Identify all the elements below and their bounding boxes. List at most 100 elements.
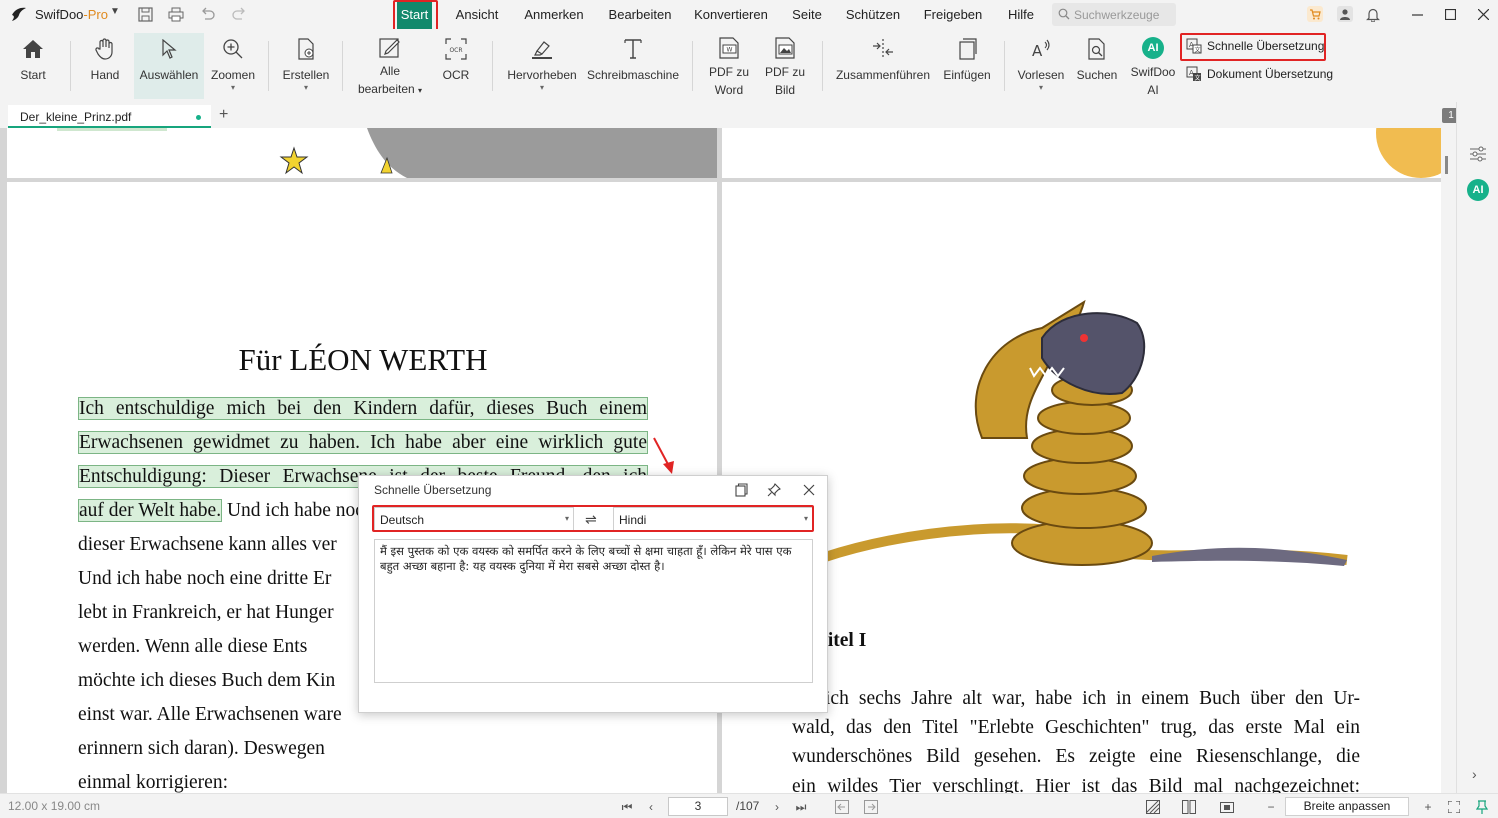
text-line[interactable]: einmal korrigieren: [78,772,228,793]
highlight-button[interactable]: Hervorheben ▾ [502,33,582,99]
redo-icon[interactable] [230,5,248,23]
create-dropdown-icon: ▾ [303,83,308,92]
highlight-dropdown-icon: ▾ [539,83,544,92]
read-aloud-button[interactable]: A Vorlesen ▾ [1016,33,1066,99]
hand-label: Hand [90,68,120,82]
edit-all-button[interactable]: Alle bearbeiten ▾ [356,33,424,99]
ai-assistant-icon[interactable]: AI [1467,179,1489,201]
body-text: möchte ich dieses Buch dem Kin [78,670,336,691]
create-label: Erstellen [282,68,330,82]
menu-convert[interactable]: Konvertieren [690,0,772,29]
svg-text:W: W [727,46,733,53]
text-line[interactable]: lebt in Frankreich, er hat Hunger [78,602,334,624]
create-button[interactable]: Erstellen ▾ [280,33,332,99]
zoom-out-icon[interactable]: − [1263,799,1279,815]
print-icon[interactable] [167,5,185,23]
planet-illustration [367,128,717,178]
select-label: Auswählen [139,68,199,82]
text-line[interactable]: werden. Wenn alle diese Ents [78,636,307,658]
page-mode-icon[interactable] [1140,799,1166,815]
select-tool-button[interactable]: Auswählen [134,33,204,99]
fit-width-select[interactable]: Breite anpassen [1285,797,1409,816]
popup-title: Schnelle Übersetzung [374,483,492,497]
forward-view-icon[interactable] [863,799,879,815]
text-line[interactable]: Und ich habe noch eine dritte Er [78,568,331,590]
insert-button[interactable]: Einfügen [940,33,994,99]
document-translation-icon: A文 [1186,66,1201,82]
ai-label-1: SwifDoo [1130,65,1176,79]
insert-page-icon [959,38,977,60]
previous-page-icon[interactable]: ‹ [643,799,659,815]
undo-icon[interactable] [199,5,217,23]
menu-edit[interactable]: Bearbeiten [602,0,678,29]
pdf-to-word-label-2: Word [714,83,744,97]
read-aloud-icon: A [1032,39,1050,60]
text-line[interactable]: einst war. Alle Erwachsenen ware [78,704,342,726]
app-menu-dropdown-icon[interactable]: ▼ [110,6,120,17]
scrollbar-thumb[interactable] [1445,156,1448,174]
start-button[interactable]: Start [12,33,54,99]
menu-view[interactable]: Ansicht [449,0,505,29]
account-icon[interactable] [1336,5,1354,23]
copy-icon[interactable] [733,482,749,498]
highlighted-text[interactable]: Ich entschuldige mich bei den Kindern da… [78,397,648,420]
notification-bell-icon[interactable] [1364,5,1382,23]
text-line[interactable]: erinnern sich daran). Deswegen [78,738,325,760]
highlighted-text[interactable]: auf der Welt habe. [78,499,223,522]
zoom-button[interactable]: Zoomen ▾ [208,33,258,99]
ocr-button[interactable]: OCR OCR [436,33,476,99]
swifdoo-ai-button[interactable]: AI SwifDoo AI [1128,33,1178,99]
document-tab[interactable]: Der_kleine_Prinz.pdf [8,105,211,128]
pdf-to-image-button[interactable]: PDF zu Bild [760,33,810,99]
highlighted-text[interactable]: Erwachsenen gewidmet zu haben. Ich habe … [78,431,648,454]
search-button[interactable]: Suchen [1074,33,1120,99]
annotation-box-quick-translation [1180,33,1326,61]
expand-panel-chevron-icon[interactable]: › [1472,766,1477,782]
pdf-to-image-icon [775,36,795,59]
merge-button[interactable]: Zusammenführen [834,33,932,99]
menu-page[interactable]: Seite [786,0,828,29]
hand-tool-button[interactable]: Hand [84,33,126,99]
back-view-icon[interactable] [834,799,850,815]
translation-result-text[interactable]: मैं इस पुस्तक को एक वयस्क को समर्पित करन… [374,539,813,683]
text-line[interactable]: dieser Erwachsene kann alles ver [78,534,337,556]
vertical-scrollbar[interactable] [1441,128,1456,793]
body-text-line: wald, das den Titel "Erlebte Geschichten… [792,717,1360,738]
menu-share[interactable]: Freigeben [919,0,987,29]
close-icon[interactable] [1465,0,1498,29]
properties-sliders-icon[interactable] [1468,144,1488,164]
pdf-to-word-button[interactable]: W PDF zu Word [704,33,754,99]
minimize-icon[interactable] [1399,0,1435,29]
edit-all-label-2: bearbeiten ▾ [357,82,423,96]
typewriter-button[interactable]: Schreibmaschine [586,33,680,99]
text-line[interactable]: Erwachsenen gewidmet zu haben. Ich habe … [78,431,648,454]
maximize-icon[interactable] [1432,0,1468,29]
first-page-icon[interactable]: ⏮ [619,799,635,815]
document-translation-button[interactable]: A文 Dokument Übersetzung [1186,64,1333,84]
star-illustration [279,146,309,175]
ai-icon: AI [1142,36,1164,59]
current-page-input[interactable]: 3 [668,797,728,816]
menu-help[interactable]: Hilfe [1002,0,1040,29]
page-layout-icon[interactable] [1176,799,1202,815]
text-line[interactable]: Ich entschuldige mich bei den Kindern da… [78,397,648,420]
dedication-heading: Für LÉON WERTH [238,342,488,377]
menu-annotate[interactable]: Anmerken [518,0,590,29]
fullscreen-icon[interactable] [1446,799,1462,815]
close-popup-icon[interactable] [801,482,817,498]
tool-search-input[interactable]: Suchwerkzeuge [1052,3,1176,26]
view-mode-icon[interactable] [1214,799,1240,815]
next-page-icon[interactable]: › [769,799,785,815]
cart-icon[interactable] [1306,5,1324,23]
last-page-icon[interactable]: ⏭ [793,799,809,815]
text-line[interactable]: möchte ich dieses Buch dem Kin [78,670,335,692]
menu-protect[interactable]: Schützen [842,0,904,29]
pdf-to-image-label-2: Bild [774,83,795,97]
save-icon[interactable] [136,5,154,23]
zoom-in-icon[interactable]: + [1420,799,1436,815]
body-text: lebt in Frankreich, er hat Hunger [78,602,334,623]
pin-panel-icon[interactable] [1474,799,1490,815]
pin-icon[interactable] [766,482,782,498]
zoom-dropdown-icon: ▾ [230,83,235,92]
new-tab-plus-icon[interactable]: + [219,106,228,124]
